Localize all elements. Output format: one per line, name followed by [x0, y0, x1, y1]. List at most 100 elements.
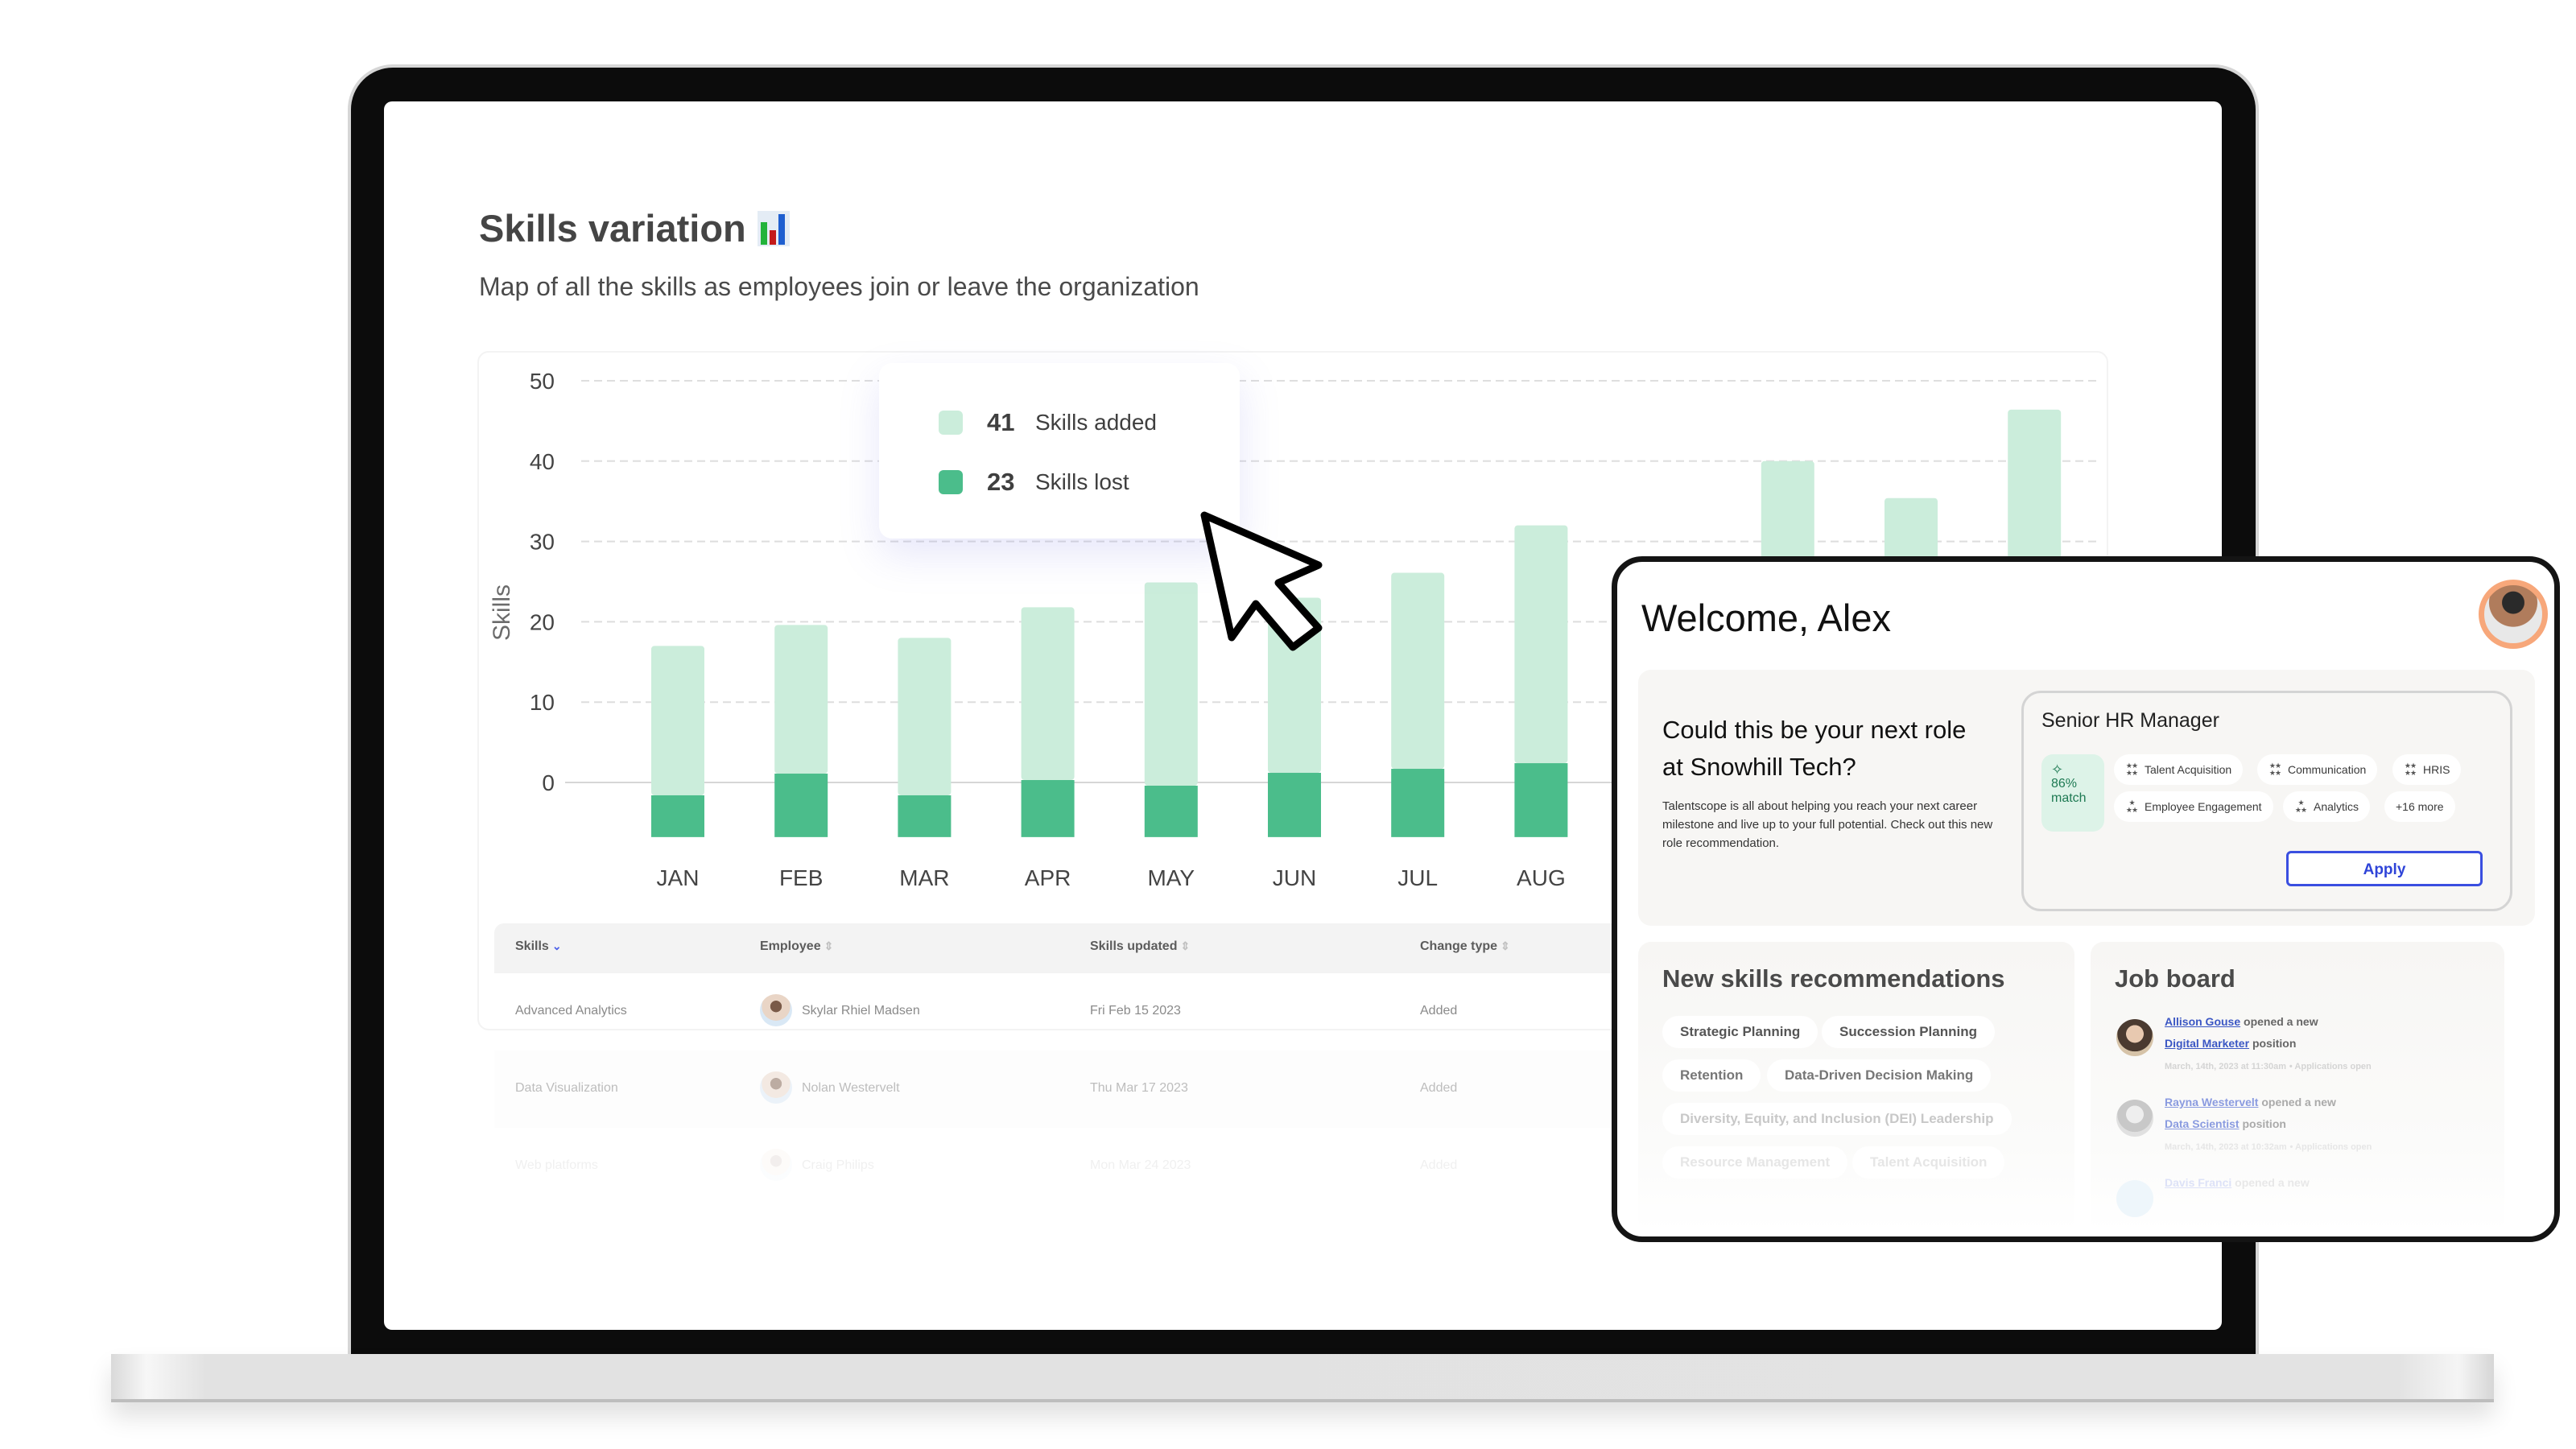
bar-skills-added — [1144, 582, 1198, 786]
column-header-skills[interactable]: Skills ⌄ — [515, 939, 562, 954]
position-link[interactable]: Data Scientist — [2165, 1117, 2240, 1130]
y-axis-label: Skills — [489, 584, 515, 641]
chart-tooltip: 41 Skills added 23 Skills lost — [879, 363, 1240, 539]
job-card[interactable]: Senior HR Manager ✧ 86% match ★★ ★★ Talent… — [2021, 691, 2512, 911]
bar-skills-lost — [651, 795, 704, 837]
cell-change: Added — [1420, 1004, 1458, 1018]
skill-chip: ★★ ★★ Talent Acquisition — [2114, 754, 2244, 785]
more-label: +16 more — [2396, 800, 2444, 813]
skill-label: Analytics — [2314, 800, 2359, 813]
rating-3-stars-icon: ★ ★★ — [2125, 799, 2138, 814]
bar-skills-lost — [1268, 773, 1321, 837]
apply-button[interactable]: Apply — [2286, 851, 2483, 886]
job-board-title: Job board — [2115, 964, 2235, 993]
role-recommendation-panel: Could this be your next role at Snowhill… — [1638, 670, 2535, 926]
skills-recommendations-panel: New skills recommendations Strategic Pla… — [1638, 942, 2074, 1232]
column-label: Employee — [760, 939, 821, 953]
skill-chip: ★ ★★ Analytics — [2283, 791, 2371, 822]
person-link[interactable]: Rayna Westervelt — [2165, 1096, 2258, 1108]
mouse-cursor-icon — [1200, 511, 1323, 651]
sort-icon[interactable]: ⇕ — [1501, 939, 1510, 952]
skill-label: Employee Engagement — [2145, 800, 2262, 813]
skill-recommendation-chip[interactable]: Succession Planning — [1822, 1016, 1995, 1048]
rating-4-stars-icon: ★★ ★★ — [2404, 762, 2417, 777]
cell-skill: Web platforms — [515, 1158, 598, 1172]
column-header-employee[interactable]: Employee ⇕ — [760, 939, 833, 954]
tooltip-row-added: 41 Skills added — [939, 408, 1157, 437]
x-tick-label: JUN — [1273, 865, 1316, 890]
bar-skills-lost — [1021, 780, 1075, 837]
poster-avatar — [2116, 1100, 2153, 1137]
action-text: opened a new — [2235, 1176, 2310, 1189]
bar-skills-lost — [1144, 785, 1198, 837]
cell-change: Added — [1420, 1081, 1458, 1095]
laptop-base — [111, 1354, 2494, 1402]
user-avatar[interactable] — [2479, 580, 2548, 649]
bar-skills-lost — [898, 795, 952, 837]
skill-recommendation-chip[interactable]: Resource Management — [1662, 1146, 1848, 1179]
position-link[interactable]: Digital Marketer — [2165, 1037, 2249, 1050]
person-link[interactable]: Davis Franci — [2165, 1176, 2231, 1189]
skill-label: Communication — [2288, 763, 2367, 776]
bar-skills-added — [1391, 572, 1445, 770]
skill-recommendation-chip[interactable]: Data-Driven Decision Making — [1767, 1059, 1992, 1092]
job-board-text: Davis Franci opened a new — [2165, 1172, 2310, 1194]
rating-4-stars-icon: ★★ ★★ — [2268, 762, 2281, 777]
x-tick-label: JUL — [1397, 865, 1438, 890]
dashboard-overlay-card: Welcome, Alex Could this be your next ro… — [1612, 556, 2560, 1242]
y-tick-label: 40 — [530, 449, 555, 474]
employee-avatar — [760, 994, 792, 1026]
skill-recommendation-chip[interactable]: Strategic Planning — [1662, 1016, 1818, 1048]
cell-updated: Thu Mar 17 2023 — [1090, 1081, 1188, 1095]
recommendations-title: New skills recommendations — [1662, 964, 2005, 993]
x-tick-label: MAR — [899, 865, 949, 890]
post-time: March, 14th, 2023 at 11:30am — [2165, 1062, 2287, 1071]
legend-swatch-lost — [939, 470, 963, 494]
action-text: opened a new — [2261, 1096, 2336, 1108]
cell-employee: Nolan Westervelt — [802, 1081, 900, 1095]
poster-avatar — [2116, 1019, 2153, 1056]
employee-avatar — [760, 1071, 792, 1104]
bar-skills-added — [1514, 525, 1568, 764]
rating-3-stars-icon: ★ ★★ — [2294, 799, 2307, 814]
column-label: Skills updated — [1090, 939, 1178, 953]
match-badge: ✧ 86% match — [2041, 754, 2104, 832]
skill-recommendation-chip[interactable]: Diversity, Equity, and Inclusion (DEI) L… — [1662, 1103, 2012, 1135]
column-header-skills-updated[interactable]: Skills updated ⇕ — [1090, 939, 1190, 954]
x-tick-label: FEB — [779, 865, 823, 890]
tooltip-label: Skills added — [1035, 410, 1157, 435]
sort-desc-icon[interactable]: ⌄ — [552, 939, 562, 952]
job-board-panel: Job board Allison Gouse opened a new Dig… — [2091, 942, 2504, 1232]
y-tick-label: 0 — [542, 770, 555, 795]
bar-skills-lost — [1514, 763, 1568, 837]
cell-change: Added — [1420, 1158, 1458, 1172]
cell-employee: Skylar Rhiel Madsen — [802, 1004, 920, 1018]
skill-recommendation-chip[interactable]: Talent Acquisition — [1852, 1146, 2005, 1179]
y-tick-label: 20 — [530, 609, 555, 634]
bar-skills-added — [774, 625, 828, 774]
skill-chip: ★ ★★ Employee Engagement — [2114, 791, 2273, 822]
cell-employee: Craig Philips — [802, 1158, 874, 1172]
column-header-change-type[interactable]: Change type ⇕ — [1420, 939, 1510, 954]
sparkle-icon: ✧ — [2051, 762, 2064, 778]
person-link[interactable]: Allison Gouse — [2165, 1015, 2240, 1028]
match-label: match — [2051, 791, 2087, 805]
y-tick-label: 50 — [530, 369, 555, 394]
job-board-text: Rayna Westervelt opened a new Data Scien… — [2165, 1092, 2372, 1158]
tooltip-value: 23 — [987, 468, 1015, 496]
bar-skills-added — [898, 638, 952, 795]
post-status: Applications open — [2295, 1142, 2372, 1152]
more-skills-chip[interactable]: +16 more — [2384, 791, 2455, 822]
cell-skill: Data Visualization — [515, 1081, 618, 1095]
sort-icon[interactable]: ⇕ — [824, 939, 834, 952]
position-suffix: position — [2242, 1117, 2286, 1130]
cell-updated: Mon Mar 24 2023 — [1090, 1158, 1191, 1172]
skill-recommendation-chip[interactable]: Retention — [1662, 1059, 1761, 1092]
x-tick-label: AUG — [1517, 865, 1566, 890]
match-percent: 86% — [2051, 777, 2078, 791]
employee-avatar — [760, 1149, 792, 1181]
sort-icon[interactable]: ⇕ — [1180, 939, 1190, 952]
tooltip-row-lost: 23 Skills lost — [939, 468, 1129, 497]
x-tick-label: APR — [1025, 865, 1071, 890]
skill-chip: ★★ ★★ HRIS — [2392, 754, 2462, 785]
